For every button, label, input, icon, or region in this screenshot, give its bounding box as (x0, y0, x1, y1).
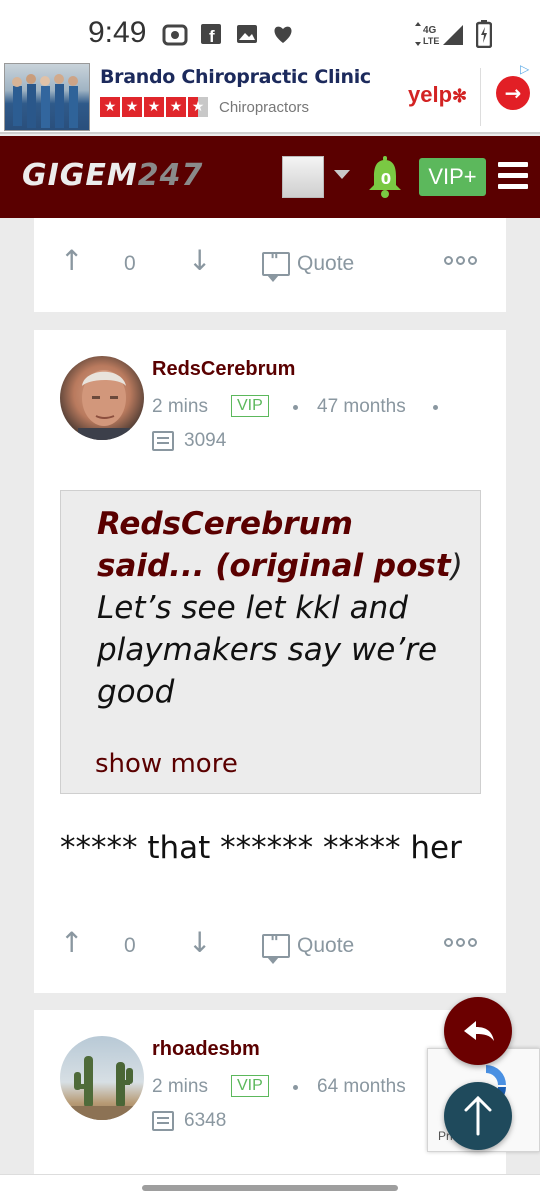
clock: 9:49 (88, 16, 147, 49)
show-more-link[interactable]: show more (95, 749, 238, 779)
arrow-up-icon (464, 1095, 492, 1136)
notification-count: 0 (380, 170, 392, 188)
author-name[interactable]: rhoadesbm (152, 1038, 260, 1061)
quoted-author-line: RedsCerebrum said... (original post) (97, 506, 463, 584)
post-time: 2 mins (152, 1076, 208, 1097)
divider (480, 68, 481, 126)
author-avatar[interactable] (60, 1036, 144, 1120)
author-name[interactable]: RedsCerebrum (152, 358, 295, 381)
quote-icon[interactable]: " (262, 251, 290, 282)
site-logo[interactable]: GIGEM247 (22, 158, 203, 193)
more-options-icon[interactable] (444, 256, 477, 265)
separator-dot (293, 405, 298, 410)
post-card: RedsCerebrum 2 mins VIP 47 months 3094 R… (34, 330, 506, 993)
member-age: 64 months (317, 1076, 406, 1097)
vip-badge: VIP (231, 395, 269, 417)
post-actions: ↑ 0 ↓ " Quote (34, 244, 506, 284)
downvote-arrow-icon[interactable]: ↓ (188, 926, 211, 959)
post-count-icon (152, 431, 174, 451)
member-age: 47 months (317, 396, 406, 417)
upvote-arrow-icon[interactable]: ↑ (60, 244, 83, 277)
original-post-link[interactable]: original post (229, 548, 450, 584)
post-count: 6348 (184, 1110, 227, 1131)
battery-icon (476, 20, 492, 48)
svg-text:4G: 4G (423, 25, 437, 36)
reply-button[interactable] (444, 997, 512, 1065)
more-options-icon[interactable] (444, 938, 477, 947)
heart-icon (274, 26, 292, 43)
clinic-photo (4, 63, 90, 131)
status-bar: 9:49 f 4G LTE (0, 0, 540, 62)
vip-plus-button[interactable]: VIP+ (419, 158, 486, 196)
quoted-text: Let’s see let kkl and playmakers say we’… (97, 590, 438, 710)
downvote-arrow-icon[interactable]: ↓ (188, 244, 211, 277)
quote-button[interactable]: Quote (297, 252, 354, 276)
vote-count: 0 (124, 934, 136, 957)
reply-arrow-icon (464, 1021, 494, 1041)
post-count: 3094 (184, 430, 227, 451)
facebook-icon: f (201, 24, 221, 44)
data-arrows-icon: 4GLTE (415, 22, 439, 46)
svg-text:f: f (209, 27, 215, 44)
upvote-arrow-icon[interactable]: ↑ (60, 926, 83, 959)
half-star-icon: ★ (188, 97, 208, 117)
hamburger-menu-icon[interactable] (498, 162, 528, 189)
star-icon: ★ (100, 97, 120, 117)
post-body: ***** that ****** ***** her (60, 830, 462, 866)
rating-stars: ★ ★ ★ ★ ★ (100, 97, 208, 117)
post-count-icon (152, 1111, 174, 1131)
scroll-to-top-button[interactable] (444, 1082, 512, 1150)
separator-dot (293, 1085, 298, 1090)
arrow-right-icon[interactable]: → (496, 76, 530, 110)
post-time: 2 mins (152, 396, 208, 417)
quote-button[interactable]: Quote (297, 934, 354, 958)
star-icon: ★ (144, 97, 164, 117)
home-gesture-pill[interactable] (142, 1185, 398, 1191)
user-avatar[interactable] (282, 156, 324, 198)
separator-dot (433, 405, 438, 410)
ad-choices-icon[interactable]: ▷ (520, 62, 529, 76)
gallery-icon (237, 25, 257, 43)
yelp-logo: yelp✻ (408, 82, 468, 107)
quoted-post: RedsCerebrum said... (original post) Let… (60, 490, 481, 794)
author-avatar[interactable] (60, 356, 144, 440)
ad-category: Chiropractors (219, 99, 310, 116)
vip-badge: VIP (231, 1075, 269, 1097)
chevron-down-icon[interactable] (334, 170, 350, 179)
vote-count: 0 (124, 252, 136, 275)
svg-text:LTE: LTE (423, 36, 439, 46)
ad-banner[interactable]: Brando Chiropractic Clinic ★ ★ ★ ★ ★ Chi… (0, 62, 540, 134)
star-icon: ★ (122, 97, 142, 117)
star-icon: ★ (166, 97, 186, 117)
screen-record-icon (162, 24, 188, 46)
system-nav-bar (0, 1174, 540, 1200)
post-actions: ↑ 0 ↓ " Quote (34, 926, 506, 966)
post-card-previous: ↑ 0 ↓ " Quote (34, 218, 506, 312)
ad-business-name[interactable]: Brando Chiropractic Clinic (100, 66, 371, 88)
quote-icon[interactable]: " (262, 933, 290, 964)
signal-icon (443, 25, 463, 45)
